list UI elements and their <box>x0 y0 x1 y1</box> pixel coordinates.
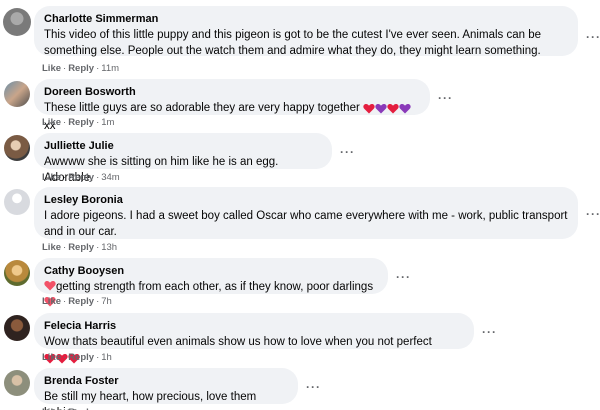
reply-button[interactable]: Reply <box>68 117 94 128</box>
reply-button[interactable]: Reply <box>68 296 94 307</box>
comment-actions: Like · Reply · 13h <box>42 242 118 253</box>
commenter-name[interactable]: Charlotte Simmerman <box>44 12 568 27</box>
more-options-icon[interactable]: ··· <box>438 92 453 104</box>
commenter-name[interactable]: Julliette Julie <box>44 139 322 154</box>
reply-button[interactable]: Reply <box>68 63 94 74</box>
comment-actions: Like · Reply · 7h <box>42 296 112 307</box>
commenter-name[interactable]: Brenda Foster <box>44 374 288 389</box>
comment-timestamp[interactable]: 11m <box>101 63 119 74</box>
more-options-icon[interactable]: ··· <box>306 381 321 393</box>
comment-bubble: Julliette Julie Awwww she is sitting on … <box>34 133 332 184</box>
more-options-icon[interactable]: ··· <box>586 31 600 43</box>
comment-bubble: Felecia Harris Wow thats beautiful even … <box>34 313 474 364</box>
comment-text: I adore pigeons. I had a sweet boy calle… <box>44 210 568 222</box>
reply-button[interactable]: Reply <box>68 352 94 363</box>
comment-actions: Like · Reply · 34m <box>42 172 120 183</box>
sparkling-heart-icon <box>44 281 56 291</box>
avatar[interactable] <box>4 135 30 161</box>
heart-icon <box>363 104 375 114</box>
like-button[interactable]: Like <box>42 242 61 253</box>
avatar[interactable] <box>3 8 31 36</box>
avatar[interactable] <box>4 370 30 396</box>
commenter-name[interactable]: Cathy Booysen <box>44 264 378 279</box>
like-button[interactable]: Like <box>42 296 61 307</box>
more-options-icon[interactable]: ··· <box>396 271 411 283</box>
like-button[interactable]: Like <box>42 172 61 183</box>
comment-actions: Like · Reply · 11m <box>42 63 120 74</box>
avatar[interactable] <box>4 315 30 341</box>
like-button[interactable]: Like <box>42 63 61 74</box>
comment-timestamp[interactable]: 1m <box>101 117 114 128</box>
comment-timestamp[interactable]: 34m <box>101 172 119 183</box>
heart-icon <box>387 104 399 114</box>
comment-timestamp[interactable]: 13h <box>101 242 117 253</box>
comment-text: something else. People out the watch the… <box>44 45 541 57</box>
comment-actions: Like · Reply · 1h <box>42 352 112 363</box>
comment-timestamp[interactable]: 7h <box>101 296 112 307</box>
comment-bubble: Charlotte Simmerman This video of this l… <box>34 6 578 57</box>
comment-text: and in our car. <box>44 226 117 238</box>
heart-emojis <box>363 102 411 118</box>
more-options-icon[interactable]: ··· <box>482 326 497 338</box>
heart-icon <box>375 104 387 114</box>
commenter-name[interactable]: Felecia Harris <box>44 319 464 334</box>
comment-actions: Like · Reply · 1m <box>42 117 115 128</box>
comment-bubble: Brenda Foster Be still my heart, how pre… <box>34 368 298 410</box>
commenter-name[interactable]: Lesley Boronia <box>44 193 568 208</box>
avatar[interactable] <box>4 189 30 215</box>
more-options-icon[interactable]: ··· <box>340 146 355 158</box>
commenter-name[interactable]: Doreen Bosworth <box>44 85 420 100</box>
avatar[interactable] <box>4 81 30 107</box>
avatar[interactable] <box>4 260 30 286</box>
reply-button[interactable]: Reply <box>68 242 94 253</box>
heart-icon <box>399 104 411 114</box>
comment-bubble: Cathy Booysen getting strength from each… <box>34 258 388 307</box>
reply-button[interactable]: Reply <box>68 172 94 183</box>
comment-bubble: Doreen Bosworth These little guys are so… <box>34 79 430 132</box>
comment-text: This video of this little puppy and this… <box>44 29 541 41</box>
like-button[interactable]: Like <box>42 117 61 128</box>
comment-bubble: Lesley Boronia I adore pigeons. I had a … <box>34 187 578 239</box>
more-options-icon[interactable]: ··· <box>586 208 600 220</box>
comment-timestamp[interactable]: 1h <box>101 352 112 363</box>
like-button[interactable]: Like <box>42 352 61 363</box>
